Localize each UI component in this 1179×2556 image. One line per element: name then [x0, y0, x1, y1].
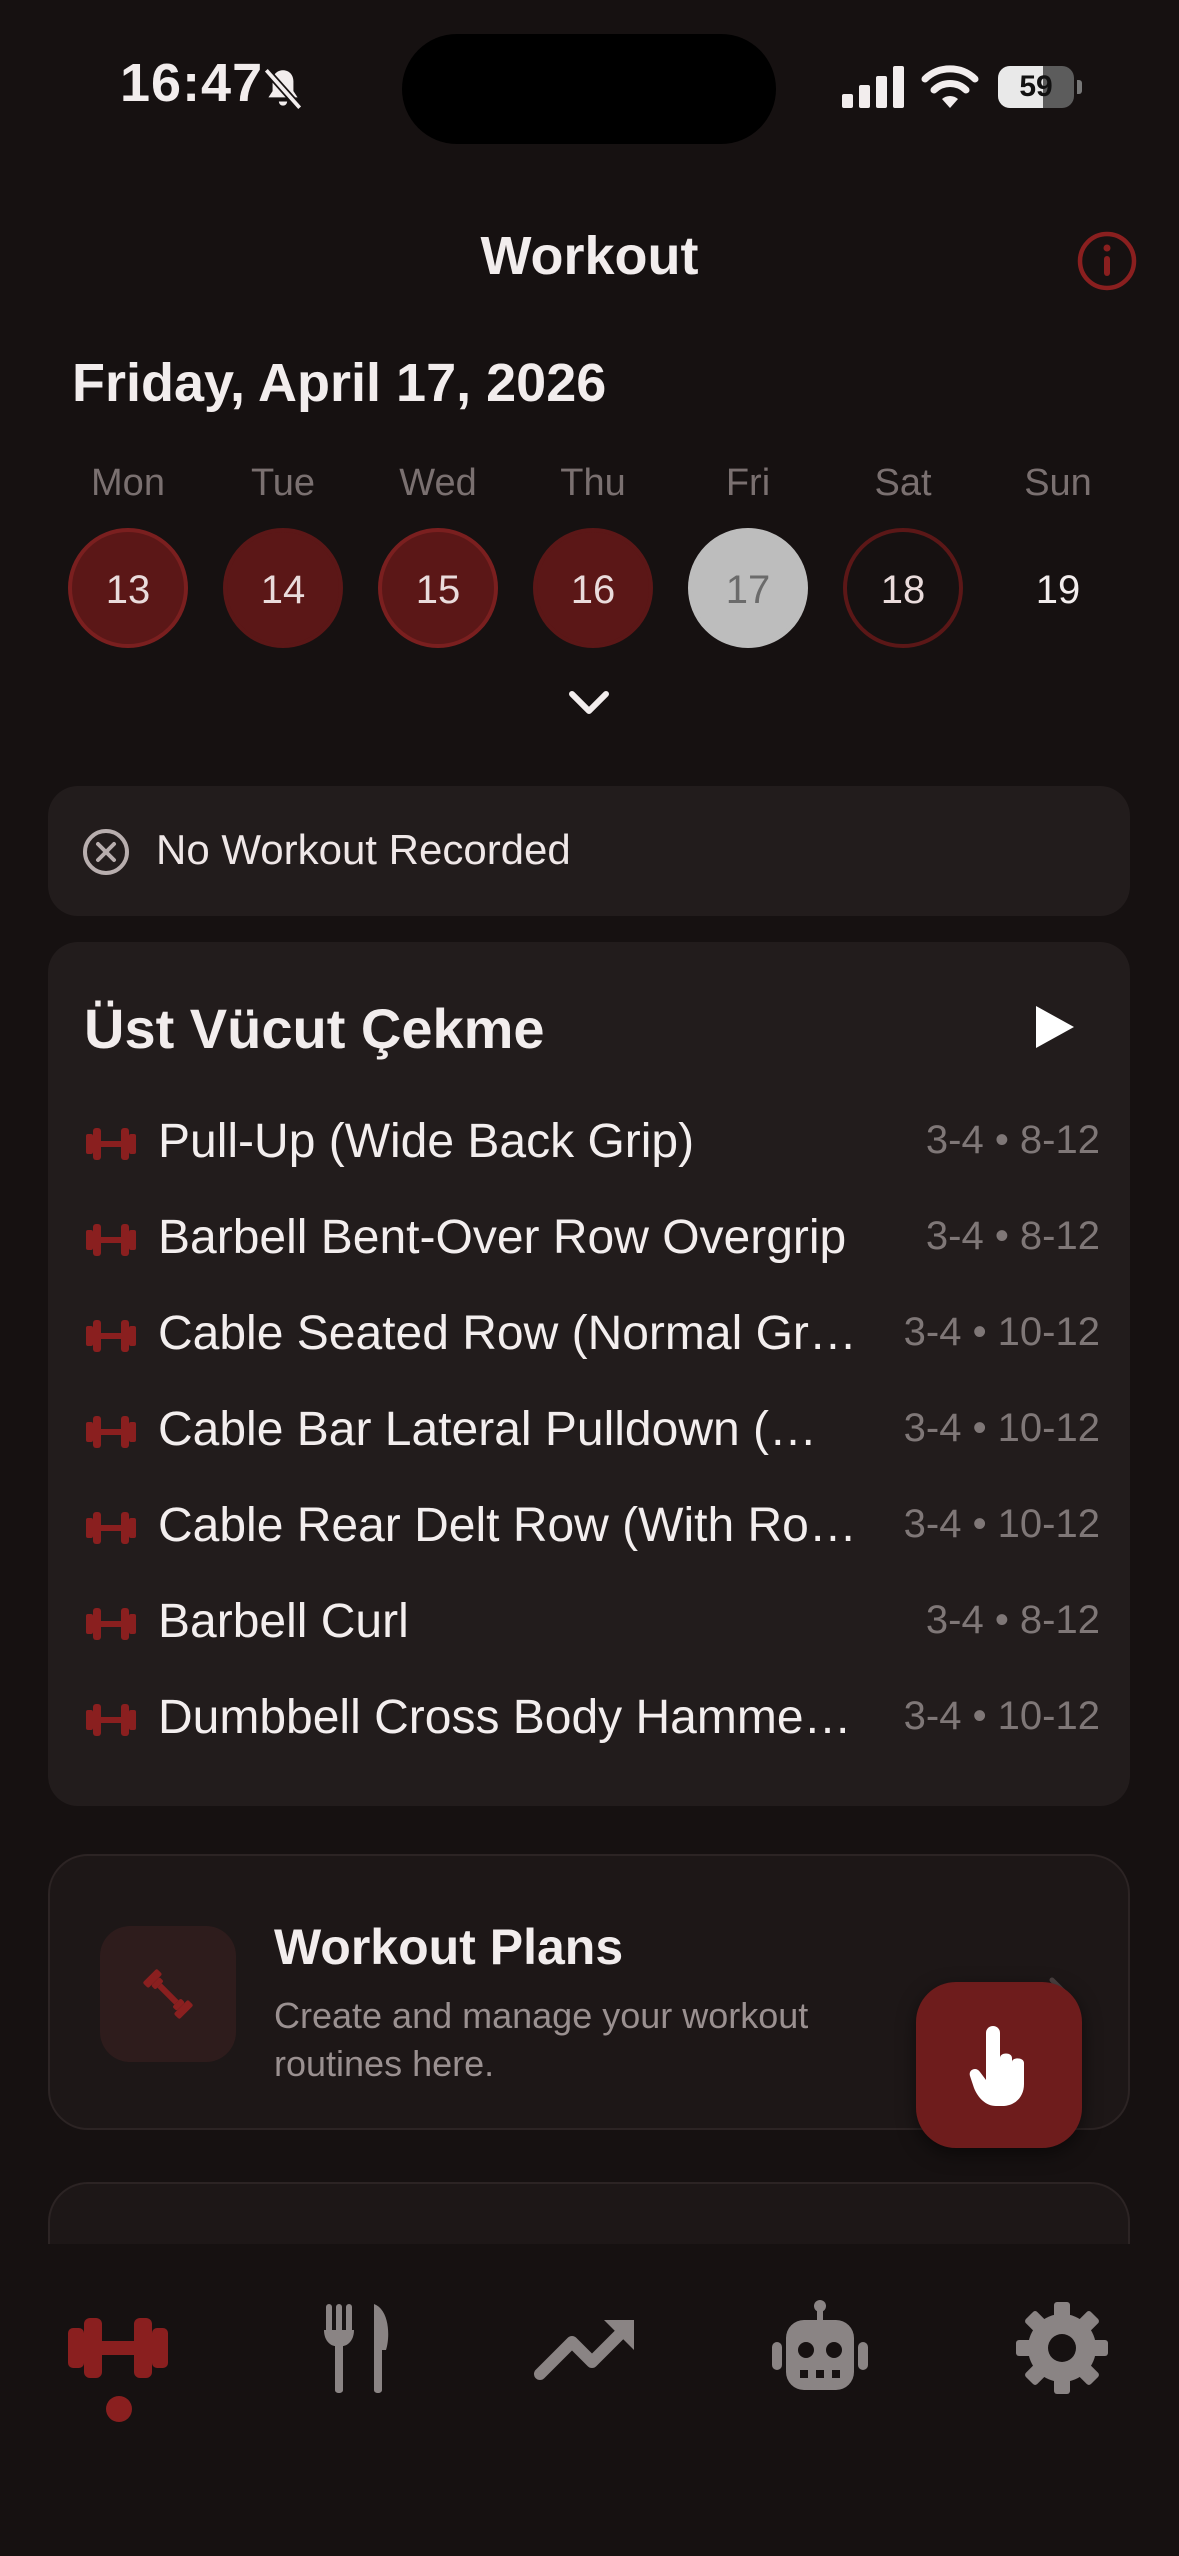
dumbbell-icon: [68, 2318, 168, 2378]
day-tue[interactable]: Tue 14: [221, 462, 345, 652]
exercise-sets-reps: 3-4 • 10-12: [903, 1310, 1100, 1354]
status-bar: 16:47 59: [0, 0, 1179, 170]
plan-title: Üst Vücut Çekme: [84, 997, 545, 1060]
workout-plan-card[interactable]: Üst Vücut Çekme Pull-Up (Wide Back Grip)…: [48, 942, 1130, 1806]
day-sun[interactable]: Sun 19: [996, 462, 1120, 652]
wifi-icon: [921, 65, 979, 108]
day-number[interactable]: 18: [843, 528, 963, 648]
exercise-row[interactable]: Barbell Bent-Over Row Overgrip 3-4 • 8-12: [84, 1206, 1100, 1276]
x-circle-icon: [83, 829, 129, 875]
day-fri[interactable]: Fri 17: [686, 462, 810, 652]
weekday-label: Fri: [725, 462, 771, 504]
trending-up-icon: [534, 2320, 634, 2380]
fork-knife-icon: [324, 2304, 389, 2393]
selected-date: Friday, April 17, 2026: [72, 353, 607, 413]
exercise-name: Barbell Bent-Over Row Overgrip: [158, 1211, 847, 1264]
no-workout-card: No Workout Recorded: [48, 786, 1130, 916]
dumbbell-diagonal-icon: [143, 1969, 193, 2019]
day-number[interactable]: 13: [68, 528, 188, 648]
exercise-row[interactable]: Pull-Up (Wide Back Grip) 3-4 • 8-12: [84, 1110, 1100, 1180]
tab-bar: [0, 2244, 1179, 2556]
dumbbell-icon: [86, 1608, 136, 1640]
weekday-label: Sat: [874, 462, 932, 504]
tap-gesture-button[interactable]: [916, 1982, 1082, 2148]
dumbbell-icon: [86, 1704, 136, 1736]
exercise-sets-reps: 3-4 • 10-12: [903, 1694, 1100, 1738]
day-wed[interactable]: Wed 15: [376, 462, 500, 652]
day-number[interactable]: 17: [688, 528, 808, 648]
exercise-name: Cable Bar Lateral Pulldown (Wide Grip): [158, 1403, 858, 1456]
exercise-row[interactable]: Cable Rear Delt Row (With Rope) 3-4 • 10-…: [84, 1494, 1100, 1564]
exercise-name: Cable Seated Row (Normal Grip): [158, 1307, 858, 1360]
battery-percent: 59: [1019, 70, 1053, 103]
weekday-label: Sun: [1024, 462, 1092, 504]
day-mon[interactable]: Mon 13: [66, 462, 190, 652]
day-thu[interactable]: Thu 16: [531, 462, 655, 652]
weekday-label: Wed: [399, 462, 477, 504]
dumbbell-icon: [86, 1416, 136, 1448]
tab-ai-assistant[interactable]: [750, 2298, 890, 2418]
exercise-row[interactable]: Dumbbell Cross Body Hammer Curl 3-4 • 10-…: [84, 1686, 1100, 1756]
exercise-row[interactable]: Cable Bar Lateral Pulldown (Wide Grip) 3-…: [84, 1398, 1100, 1468]
exercise-sets-reps: 3-4 • 10-12: [903, 1502, 1100, 1546]
tab-nutrition[interactable]: [282, 2298, 422, 2418]
weekday-label: Mon: [91, 462, 165, 504]
dumbbell-icon: [86, 1128, 136, 1160]
hand-tap-icon: [969, 2026, 1024, 2106]
dumbbell-icon: [86, 1512, 136, 1544]
exercise-name: Pull-Up (Wide Back Grip): [158, 1115, 695, 1168]
day-number[interactable]: 15: [378, 528, 498, 648]
active-tab-indicator: [106, 2396, 132, 2422]
status-time: 16:47: [120, 53, 264, 113]
weekday-label: Tue: [250, 462, 316, 504]
gear-icon: [1016, 2302, 1108, 2394]
no-workout-text: No Workout Recorded: [156, 826, 571, 873]
day-number[interactable]: 19: [998, 528, 1118, 648]
workout-plans-icon-box: [100, 1926, 236, 2062]
exercise-sets-reps: 3-4 • 8-12: [925, 1214, 1100, 1258]
tab-settings[interactable]: [992, 2298, 1132, 2418]
day-number[interactable]: 16: [533, 528, 653, 648]
dumbbell-icon: [86, 1224, 136, 1256]
info-icon[interactable]: [1076, 230, 1138, 292]
exercise-name: Barbell Curl: [158, 1595, 409, 1648]
weekday-label: Thu: [560, 462, 626, 504]
chevron-down-icon[interactable]: [564, 686, 614, 720]
day-number[interactable]: 14: [223, 528, 343, 648]
battery-indicator: 59: [998, 66, 1082, 108]
exercise-sets-reps: 3-4 • 8-12: [925, 1598, 1100, 1642]
exercise-sets-reps: 3-4 • 10-12: [903, 1406, 1100, 1450]
play-icon[interactable]: [1028, 1002, 1078, 1052]
week-selector: Mon 13 Tue 14 Wed 15 Thu 16 Fri 17 Sat 18 Sun 19: [66, 462, 1124, 652]
robot-icon: [772, 2300, 868, 2390]
bell-muted-icon: [263, 67, 303, 111]
exercise-row[interactable]: Barbell Curl 3-4 • 8-12: [84, 1590, 1100, 1660]
workout-plans-title: Workout Plans: [274, 1919, 624, 1975]
dumbbell-icon: [86, 1320, 136, 1352]
exercise-name: Cable Rear Delt Row (With Rope): [158, 1499, 858, 1552]
tab-progress[interactable]: [516, 2298, 656, 2418]
exercise-row[interactable]: Cable Seated Row (Normal Grip) 3-4 • 10-1…: [84, 1302, 1100, 1372]
page-title: Workout: [480, 226, 699, 286]
day-sat[interactable]: Sat 18: [841, 462, 965, 652]
signal-icon: [842, 66, 904, 108]
dynamic-island: [402, 34, 776, 144]
exercise-name: Dumbbell Cross Body Hammer Curl: [158, 1691, 858, 1744]
workout-plans-description: Create and manage your workout routines …: [274, 1995, 809, 2084]
exercise-sets-reps: 3-4 • 8-12: [925, 1118, 1100, 1162]
